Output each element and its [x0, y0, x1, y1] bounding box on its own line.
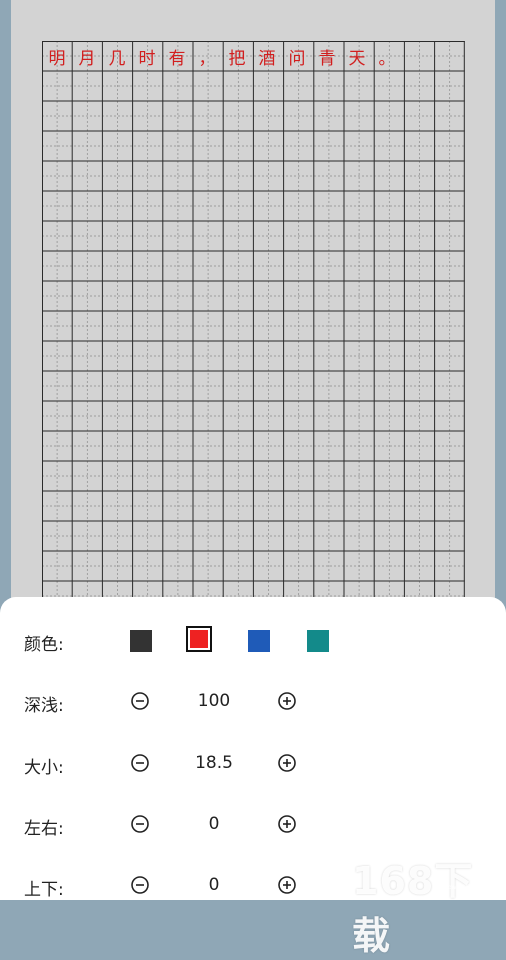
minus-circle-icon [131, 876, 149, 894]
minus-circle-icon [131, 692, 149, 710]
grid-char: 。 [378, 48, 396, 69]
plus-circle-icon [278, 876, 296, 894]
size-label: 大小: [24, 758, 64, 778]
depth-label: 深浅: [24, 696, 64, 716]
color-row: 颜色: [0, 621, 506, 661]
grid-char: 明 [48, 48, 66, 69]
swatch-black[interactable] [130, 630, 152, 652]
plus-circle-icon [278, 692, 296, 710]
horizontal-decrease-button[interactable] [130, 814, 150, 834]
watermark-logo: 168下载 down.168.com [352, 850, 502, 958]
tianzi-grid [42, 41, 465, 611]
plus-circle-icon [278, 754, 296, 772]
depth-decrease-button[interactable] [130, 691, 150, 711]
grid-char: 青 [318, 48, 336, 69]
grid-char: 有 [168, 48, 186, 69]
vertical-decrease-button[interactable] [130, 875, 150, 895]
size-row: 大小: 18.5 [0, 744, 506, 784]
depth-row: 深浅: 100 [0, 682, 506, 722]
grid-char: 天 [348, 48, 366, 69]
watermark-text: 168下载 [352, 859, 474, 958]
minus-circle-icon [131, 754, 149, 772]
grid-char: ， [198, 48, 216, 69]
vertical-increase-button[interactable] [277, 875, 297, 895]
swatch-blue[interactable] [248, 630, 270, 652]
depth-increase-button[interactable] [277, 691, 297, 711]
vertical-label: 上下: [24, 880, 64, 900]
color-label: 颜色: [24, 635, 64, 655]
swatch-red-selected[interactable] [186, 626, 212, 652]
swatch-red [190, 630, 208, 648]
size-decrease-button[interactable] [130, 753, 150, 773]
swatch-teal[interactable] [307, 630, 329, 652]
watermark-url: down.168.com [444, 884, 489, 891]
grid-char: 月 [78, 48, 96, 69]
grid-char: 把 [228, 48, 246, 69]
plus-circle-icon [278, 815, 296, 833]
size-increase-button[interactable] [277, 753, 297, 773]
grid-char: 酒 [258, 48, 276, 69]
horizontal-increase-button[interactable] [277, 814, 297, 834]
grid-char: 时 [138, 48, 156, 69]
vertical-value: 0 [208, 875, 220, 895]
horizontal-label: 左右: [24, 819, 64, 839]
grid-char: 问 [288, 48, 306, 69]
horizontal-value: 0 [208, 814, 220, 834]
grid-char: 几 [108, 48, 126, 69]
size-value: 18.5 [195, 753, 233, 773]
depth-value: 100 [197, 691, 231, 711]
grid-lines [42, 41, 465, 611]
horizontal-row: 左右: 0 [0, 805, 506, 845]
minus-circle-icon [131, 815, 149, 833]
